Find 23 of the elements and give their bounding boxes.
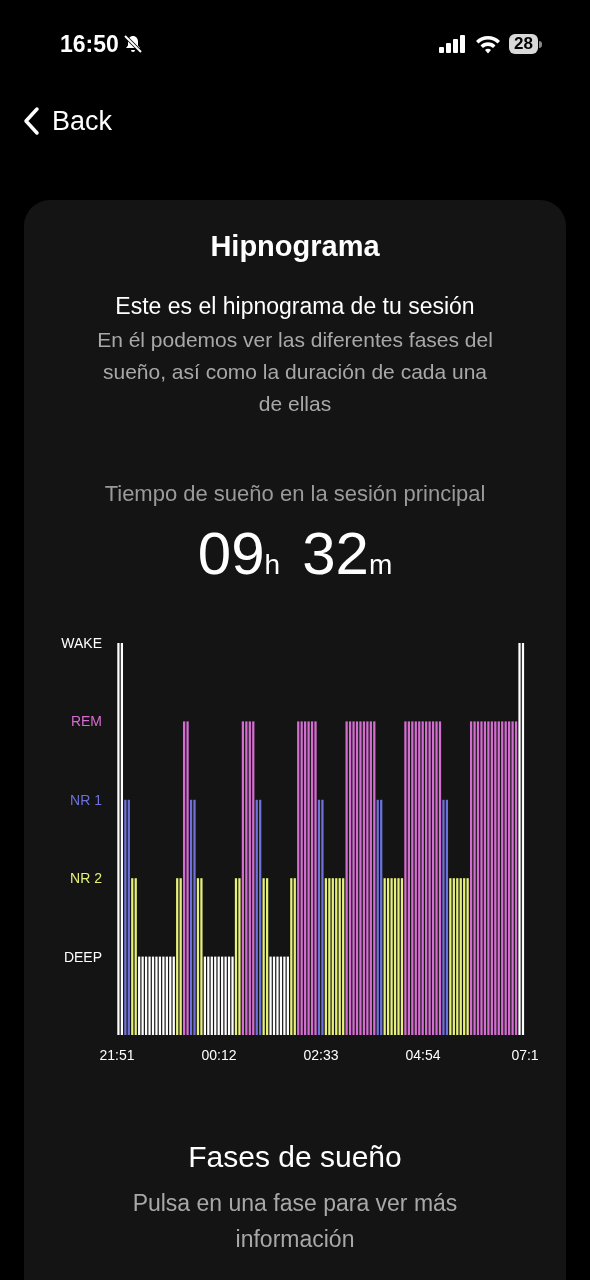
card-title: Hipnograma: [210, 229, 380, 264]
axis-label: 04:54: [405, 1047, 441, 1063]
card-description: En él podemos ver las diferentes fases del sueño, así como la duración de cada una de ellas: [96, 327, 494, 417]
axis-label: DEEP: [63, 948, 102, 965]
axis-label: NR 1: [70, 791, 102, 808]
duration-label: Tiempo de sueño en la sesión principal: [104, 480, 486, 508]
sleep-duration: 09h 32m: [197, 524, 393, 589]
axis-label: WAKE: [61, 635, 102, 651]
status-time: 16:50: [60, 29, 119, 59]
wifi-icon: [475, 34, 502, 54]
signal-icon: [439, 35, 468, 53]
axis-label: 21:51: [99, 1047, 135, 1063]
axis-label: 07:1: [511, 1047, 539, 1063]
back-button[interactable]: Back: [22, 100, 113, 142]
section-hint: Pulsa en una fase para ver más información: [131, 1189, 459, 1254]
bell-muted-icon: [122, 34, 143, 54]
card-subtitle: Este es el hipnograma de tu sesión: [115, 292, 475, 321]
section-title: Fases de sueño: [188, 1139, 402, 1175]
axis-label: 02:33: [303, 1047, 339, 1063]
axis-label: 00:12: [201, 1047, 237, 1063]
axis-label: NR 2: [70, 870, 102, 887]
axis-label: REM: [70, 713, 102, 730]
back-chevron-icon: [22, 106, 40, 136]
